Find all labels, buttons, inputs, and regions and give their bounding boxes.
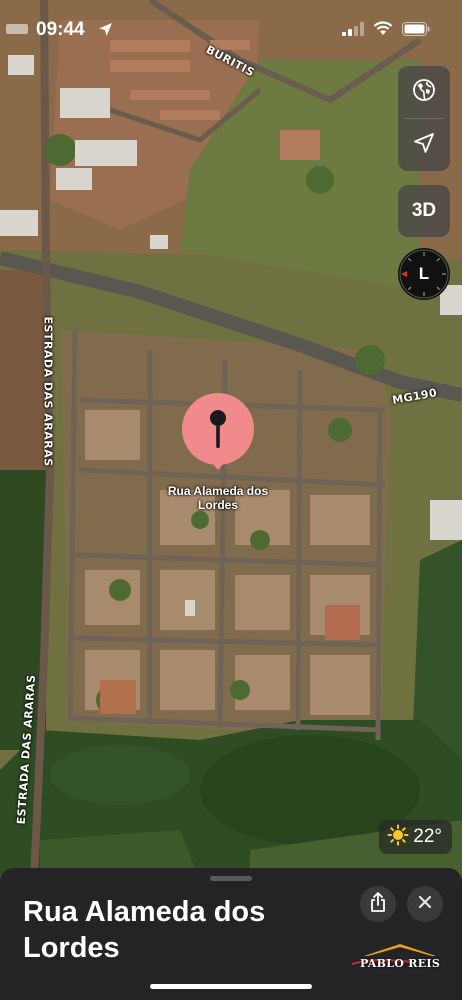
location-arrow-icon [98,22,113,42]
locate-me-button[interactable] [398,119,450,171]
pin-label: Rua Alameda dos Lordes [167,484,269,512]
weather-temperature: 22° [413,826,442,847]
status-time: 09:44 [36,19,85,40]
blurred-app-icon [6,24,28,34]
pushpin-icon [210,410,226,448]
sheet-grabber[interactable] [210,876,252,881]
cellular-signal-icon [342,21,364,41]
location-arrow-icon [413,132,435,159]
weather-badge[interactable]: 22° [379,820,452,854]
wifi-icon [373,21,393,41]
close-icon [418,895,432,914]
close-button[interactable] [407,886,443,922]
status-bar: 09:44 [0,0,462,58]
place-sheet[interactable]: Rua Alameda dos Lordes [0,868,462,1000]
map-controls [398,66,450,171]
street-label-estrada-top: ESTRADA DAS ARARAS [41,316,55,467]
compass-north-marker [401,271,407,277]
location-pin[interactable] [182,393,254,465]
compass-button[interactable]: L [398,248,450,300]
three-d-control: 3D [398,185,450,237]
share-button[interactable] [360,886,396,922]
pin-pointer [208,458,228,470]
home-indicator[interactable] [150,984,312,989]
globe-icon [412,78,436,107]
share-icon [369,891,387,917]
battery-icon [402,21,430,41]
compass-letter: L [418,264,430,283]
three-d-button[interactable]: 3D [398,185,450,237]
map-mode-button[interactable] [398,66,450,118]
sun-icon [387,824,409,851]
watermark-logo: PABLO REIS [352,944,448,974]
watermark-text: PABLO REIS [360,957,441,970]
place-title: Rua Alameda dos Lordes [23,896,266,964]
